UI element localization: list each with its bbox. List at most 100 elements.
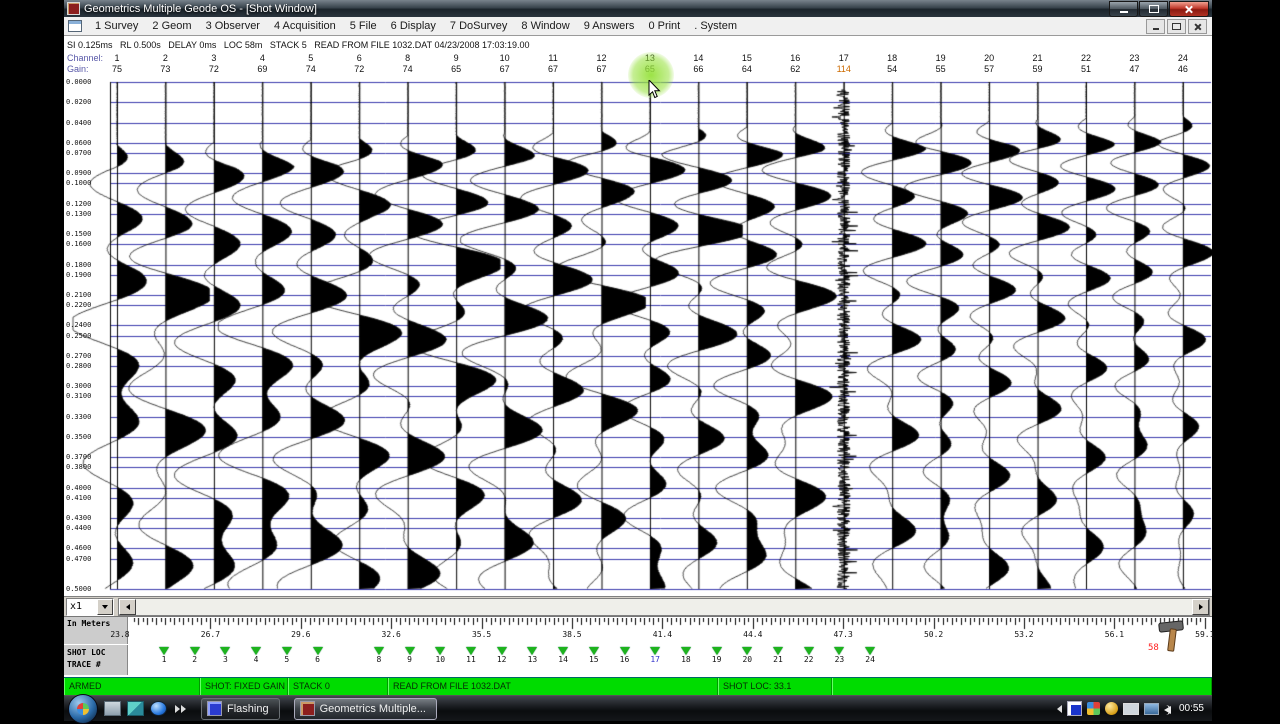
geophone-triangle-icon: [466, 647, 476, 655]
trace-marker[interactable]: 21: [766, 645, 790, 664]
marker-labels: SHOT LOC TRACE #: [64, 645, 128, 675]
child-restore-button[interactable]: [1167, 18, 1186, 34]
menu-item-7dosurvey[interactable]: 7 DoSurvey: [443, 19, 514, 33]
trace-row-label: TRACE #: [67, 660, 101, 669]
trace-marker[interactable]: 22: [797, 645, 821, 664]
switch-windows-icon[interactable]: [127, 701, 144, 716]
taskbar-button[interactable]: Flashing: [201, 697, 280, 720]
channel-number: 10: [499, 53, 510, 63]
ruler-label: 59.1: [1195, 630, 1215, 639]
time-label: 0.3300: [66, 412, 92, 421]
zoom-select[interactable]: x1: [66, 597, 114, 616]
tray-app-icon[interactable]: [1066, 701, 1082, 716]
ruler-label: 50.2: [923, 630, 944, 639]
menu-item-1survey[interactable]: 1 Survey: [88, 19, 145, 33]
menu-items: 1 Survey 2 Geom 3 Observer 4 Acquisition 5 F…: [88, 19, 744, 33]
shot-loc-label: SHOT LOC: [67, 648, 106, 657]
toolbar-overflow-chevron[interactable]: [175, 704, 187, 713]
menu-item-2geom[interactable]: 2 Geom: [145, 19, 198, 33]
taskbar-button[interactable]: Geometrics Multiple...: [293, 697, 437, 720]
trace-marker[interactable]: 5: [275, 645, 299, 664]
channel-number: 16: [790, 53, 801, 63]
speaker-icon[interactable]: [1163, 704, 1171, 715]
ruler-label: 35.5: [471, 630, 492, 639]
battery-icon[interactable]: [1122, 703, 1139, 715]
title-bar: Geometrics Multiple Geode OS - [Shot Win…: [64, 0, 1212, 17]
time-label: 0.0900: [66, 169, 92, 178]
maximize-icon: [1148, 4, 1159, 13]
taskbar: Flashing Geometrics Multiple... 00:55: [64, 694, 1212, 724]
trace-marker[interactable]: 17: [643, 645, 667, 664]
trace-marker[interactable]: 8: [367, 645, 391, 664]
zoom-dropdown-button[interactable]: [97, 598, 113, 615]
trace-marker[interactable]: 16: [613, 645, 637, 664]
geophone-triangle-icon: [496, 647, 507, 655]
trace-marker[interactable]: 19: [705, 645, 729, 664]
child-window-icon[interactable]: [68, 20, 82, 32]
trace-marker[interactable]: 18: [674, 645, 698, 664]
taskbar-button-label: Flashing: [227, 702, 269, 715]
show-desktop-icon[interactable]: [104, 701, 121, 716]
menu-item-4acquisition[interactable]: 4 Acquisition: [267, 19, 343, 33]
menu-item-3observer[interactable]: 3 Observer: [199, 19, 267, 33]
channel-number: 21: [1032, 53, 1043, 63]
trace-marker[interactable]: 11: [459, 645, 483, 664]
channel-gain: 67: [548, 64, 559, 74]
geophone-triangle-icon: [711, 647, 722, 655]
system-tray: 00:55: [1056, 701, 1204, 716]
scroll-right-button[interactable]: [1192, 598, 1209, 615]
menu-item-system[interactable]: . System: [687, 19, 744, 33]
menu-item-8window[interactable]: 8 Window: [514, 19, 576, 33]
minimize-icon: [1119, 10, 1128, 13]
taskbar-clock[interactable]: 00:55: [1179, 703, 1204, 714]
channel-number: 8: [405, 53, 411, 63]
seismic-plot-canvas[interactable]: [64, 36, 1212, 596]
geophone-triangle-icon: [373, 647, 384, 655]
trace-marker[interactable]: 14: [551, 645, 575, 664]
channel-gain: 67: [596, 64, 607, 74]
channel-gain: 67: [499, 64, 510, 74]
trace-marker[interactable]: 13: [520, 645, 544, 664]
time-label: 0.1800: [66, 260, 92, 269]
horizontal-scrollbar[interactable]: [118, 597, 1210, 616]
child-close-icon: [1194, 23, 1201, 30]
trace-marker[interactable]: 6: [306, 645, 330, 664]
child-close-button[interactable]: [1188, 18, 1207, 34]
tray-color-app-icon[interactable]: [1086, 702, 1100, 715]
menu-item-9answers[interactable]: 9 Answers: [577, 19, 642, 33]
trace-marker[interactable]: 3: [213, 645, 237, 664]
tray-coin-icon[interactable]: [1104, 702, 1118, 715]
internet-explorer-icon[interactable]: [150, 701, 167, 716]
trace-marker[interactable]: 1: [152, 645, 176, 664]
scroll-left-button[interactable]: [119, 598, 136, 615]
close-button[interactable]: [1169, 0, 1209, 17]
trace-marker[interactable]: 10: [428, 645, 452, 664]
menu-item-6display[interactable]: 6 Display: [384, 19, 443, 33]
maximize-button[interactable]: [1139, 0, 1168, 17]
trace-marker[interactable]: 12: [490, 645, 514, 664]
menu-item-0print[interactable]: 0 Print: [641, 19, 687, 33]
trace-marker[interactable]: 9: [398, 645, 422, 664]
minimize-button[interactable]: [1109, 0, 1138, 17]
trace-number: 4: [253, 655, 259, 664]
scrollbar-track[interactable]: [136, 599, 1192, 615]
time-label: 0.2100: [66, 290, 92, 299]
trace-marker[interactable]: 4: [244, 645, 268, 664]
geophone-triangle-icon: [527, 647, 538, 655]
geophone-triangle-icon: [834, 647, 845, 655]
time-label: 0.1300: [66, 209, 92, 218]
channel-gain: 54: [887, 64, 898, 74]
trace-marker[interactable]: 23: [827, 645, 851, 664]
channel-number: 22: [1080, 53, 1091, 63]
tray-expand-icon[interactable]: [1056, 704, 1062, 713]
channel-gain: 69: [257, 64, 268, 74]
close-icon: [1185, 5, 1193, 13]
trace-marker[interactable]: 2: [183, 645, 207, 664]
geophone-triangle-icon: [680, 647, 691, 655]
network-icon[interactable]: [1143, 703, 1159, 715]
menu-item-5file[interactable]: 5 File: [343, 19, 384, 33]
trace-marker[interactable]: 24: [858, 645, 882, 664]
trace-marker[interactable]: 15: [582, 645, 606, 664]
trace-marker[interactable]: 20: [735, 645, 759, 664]
child-minimize-button[interactable]: [1146, 18, 1165, 34]
